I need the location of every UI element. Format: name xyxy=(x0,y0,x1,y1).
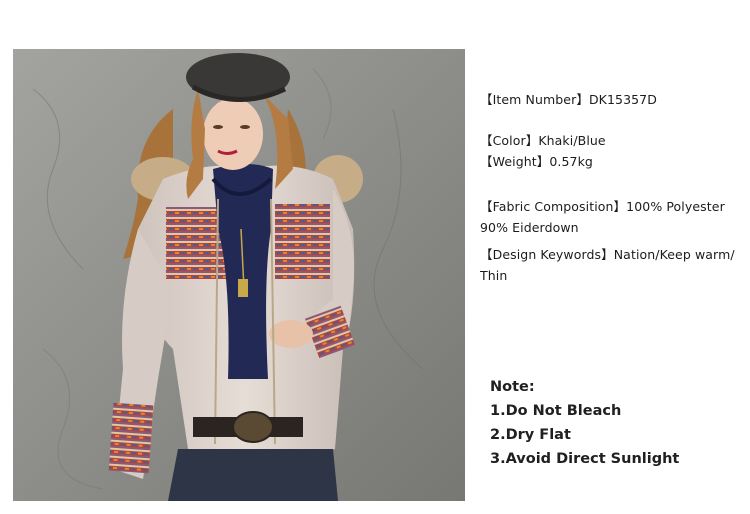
hand xyxy=(269,320,313,348)
design-keywords-cont: Thin xyxy=(480,268,508,283)
care-item: 2.Dry Flat xyxy=(490,427,571,443)
model-wearing-down-jacket-photo xyxy=(13,49,465,501)
product-spec-panel: 【Item Number】DK15357D 【Color】Khaki/Blue … xyxy=(480,0,750,514)
care-item: 1.Do Not Bleach xyxy=(490,403,622,419)
color-spec: 【Color】Khaki/Blue xyxy=(480,133,606,148)
face xyxy=(203,98,263,170)
care-item: 3.Avoid Direct Sunlight xyxy=(490,451,680,467)
chest-pattern-right xyxy=(275,204,330,279)
belt-buckle xyxy=(232,411,274,443)
product-photo xyxy=(13,49,465,501)
weight-spec: 【Weight】0.57kg xyxy=(480,154,593,169)
fabric-composition: 【Fabric Composition】100% Polyester xyxy=(480,199,725,214)
fabric-composition-cont: 90% Eiderdown xyxy=(480,220,579,235)
jeans xyxy=(168,449,338,501)
left-cuff-pattern xyxy=(108,402,154,474)
design-keywords: 【Design Keywords】Nation/Keep warm/ xyxy=(480,247,735,262)
care-note-title: Note: xyxy=(490,379,535,395)
item-number: 【Item Number】DK15357D xyxy=(480,92,657,107)
